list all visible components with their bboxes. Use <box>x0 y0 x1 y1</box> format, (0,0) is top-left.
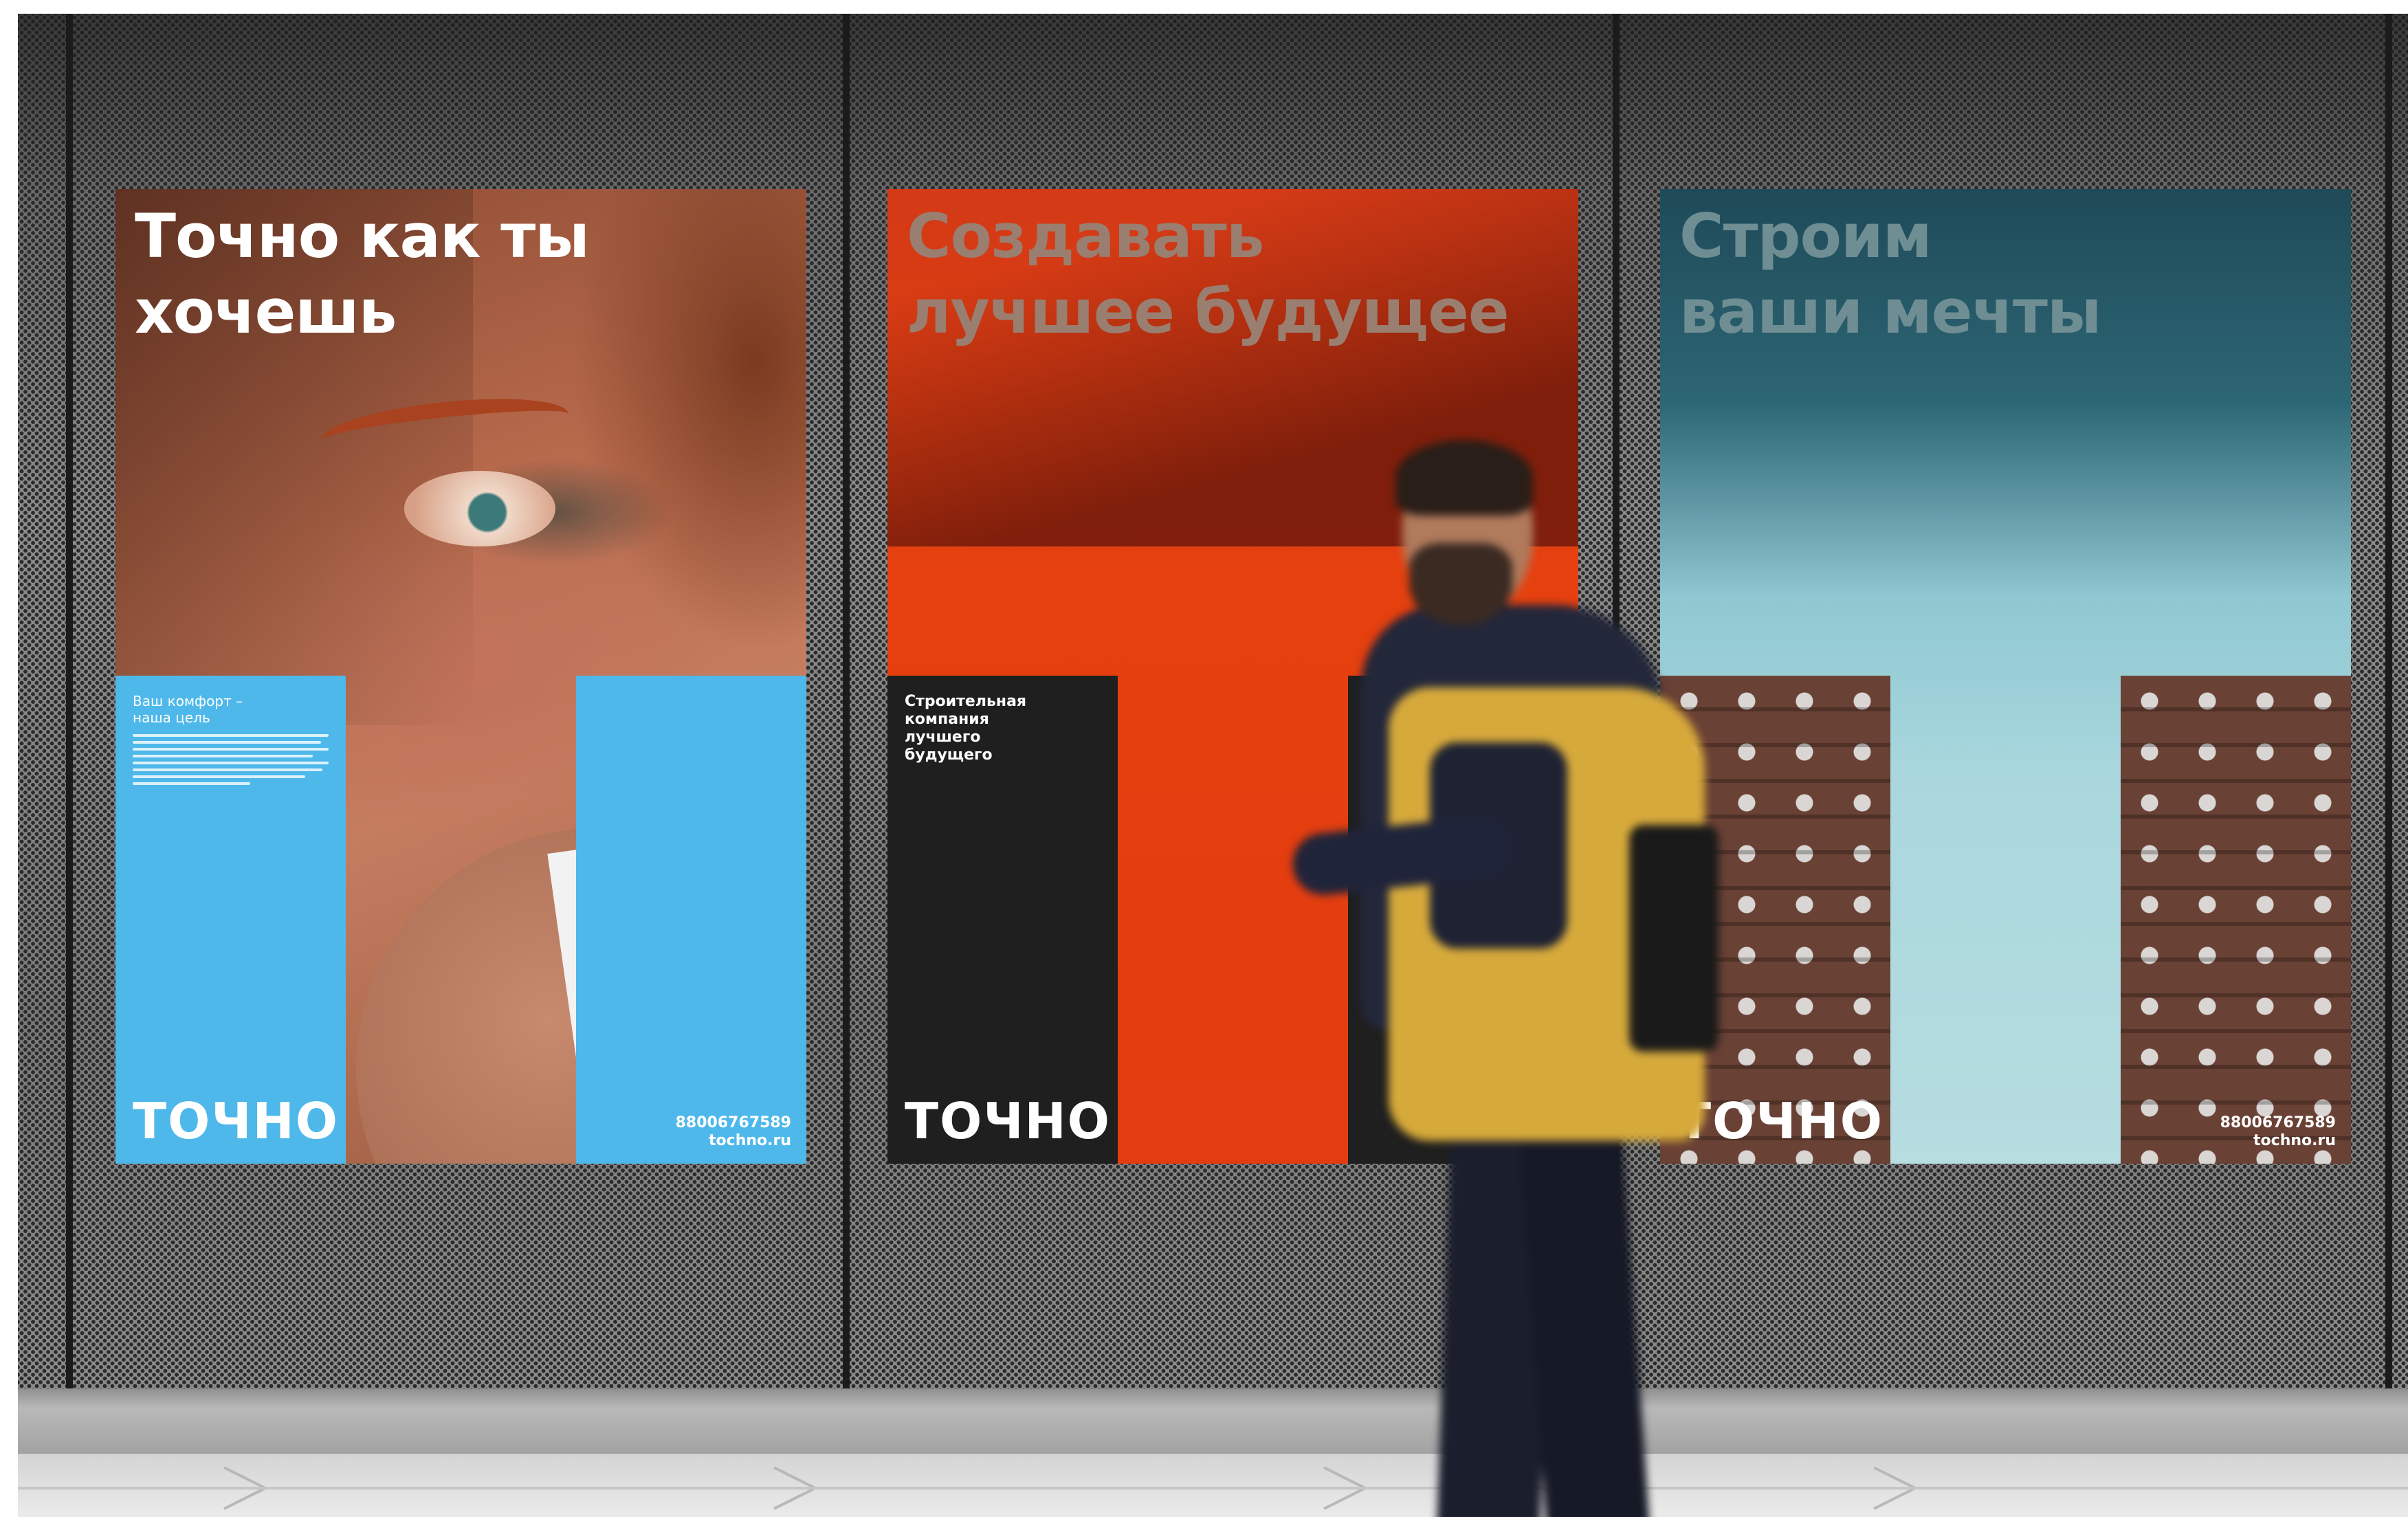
beard <box>1409 543 1512 625</box>
poster-title: Точно как ты хочешь <box>135 201 590 347</box>
website: tochno.ru <box>2253 1132 2336 1149</box>
wall-panel-seam <box>843 14 850 1388</box>
wall-base-ledge <box>18 1388 2408 1454</box>
blue-panel-right: 88006767589 tochno.ru <box>576 676 806 1164</box>
poster-title: Создавать лучшее будущее <box>907 201 1510 347</box>
website: tochno.ru <box>709 1132 791 1149</box>
brand-logo: ТОЧНО <box>905 1092 1111 1150</box>
contact-info: 88006767589 tochno.ru <box>2220 1114 2336 1150</box>
body-text-block <box>133 734 329 789</box>
wall-shadow <box>18 14 2408 192</box>
black-panel-left: Строительная компания лучшего будущего Т… <box>887 676 1118 1164</box>
poster-comfort: Точно как ты хочешь Ваш комфорт – наша ц… <box>115 189 806 1164</box>
poster-tagline: Строительная компания лучшего будущего <box>905 693 1027 764</box>
brand-logo: ТОЧНО <box>133 1092 339 1150</box>
sidewalk-pavers <box>18 1466 2408 1510</box>
street-scene: Точно как ты хочешь Ваш комфорт – наша ц… <box>0 0 2408 1517</box>
poster-tagline: Ваш комфорт – наша цель <box>133 693 243 726</box>
shoulder-bag <box>1629 825 1719 1052</box>
hair <box>1395 440 1533 516</box>
phone-number: 88006767589 <box>2220 1114 2336 1131</box>
walking-man <box>1290 440 1787 1517</box>
blue-panel-left: Ваш комфорт – наша цель ТОЧНО <box>115 676 346 1164</box>
wall-panel-seam <box>2385 14 2392 1388</box>
brick-building-right: 88006767589 tochno.ru <box>2121 676 2351 1164</box>
poster-title: Строим ваши мечты <box>1679 201 2101 347</box>
eye <box>404 471 555 546</box>
phone-number: 88006767589 <box>675 1114 791 1131</box>
wall-panel-seam <box>66 14 73 1388</box>
contact-info: 88006767589 tochno.ru <box>676 1114 791 1150</box>
